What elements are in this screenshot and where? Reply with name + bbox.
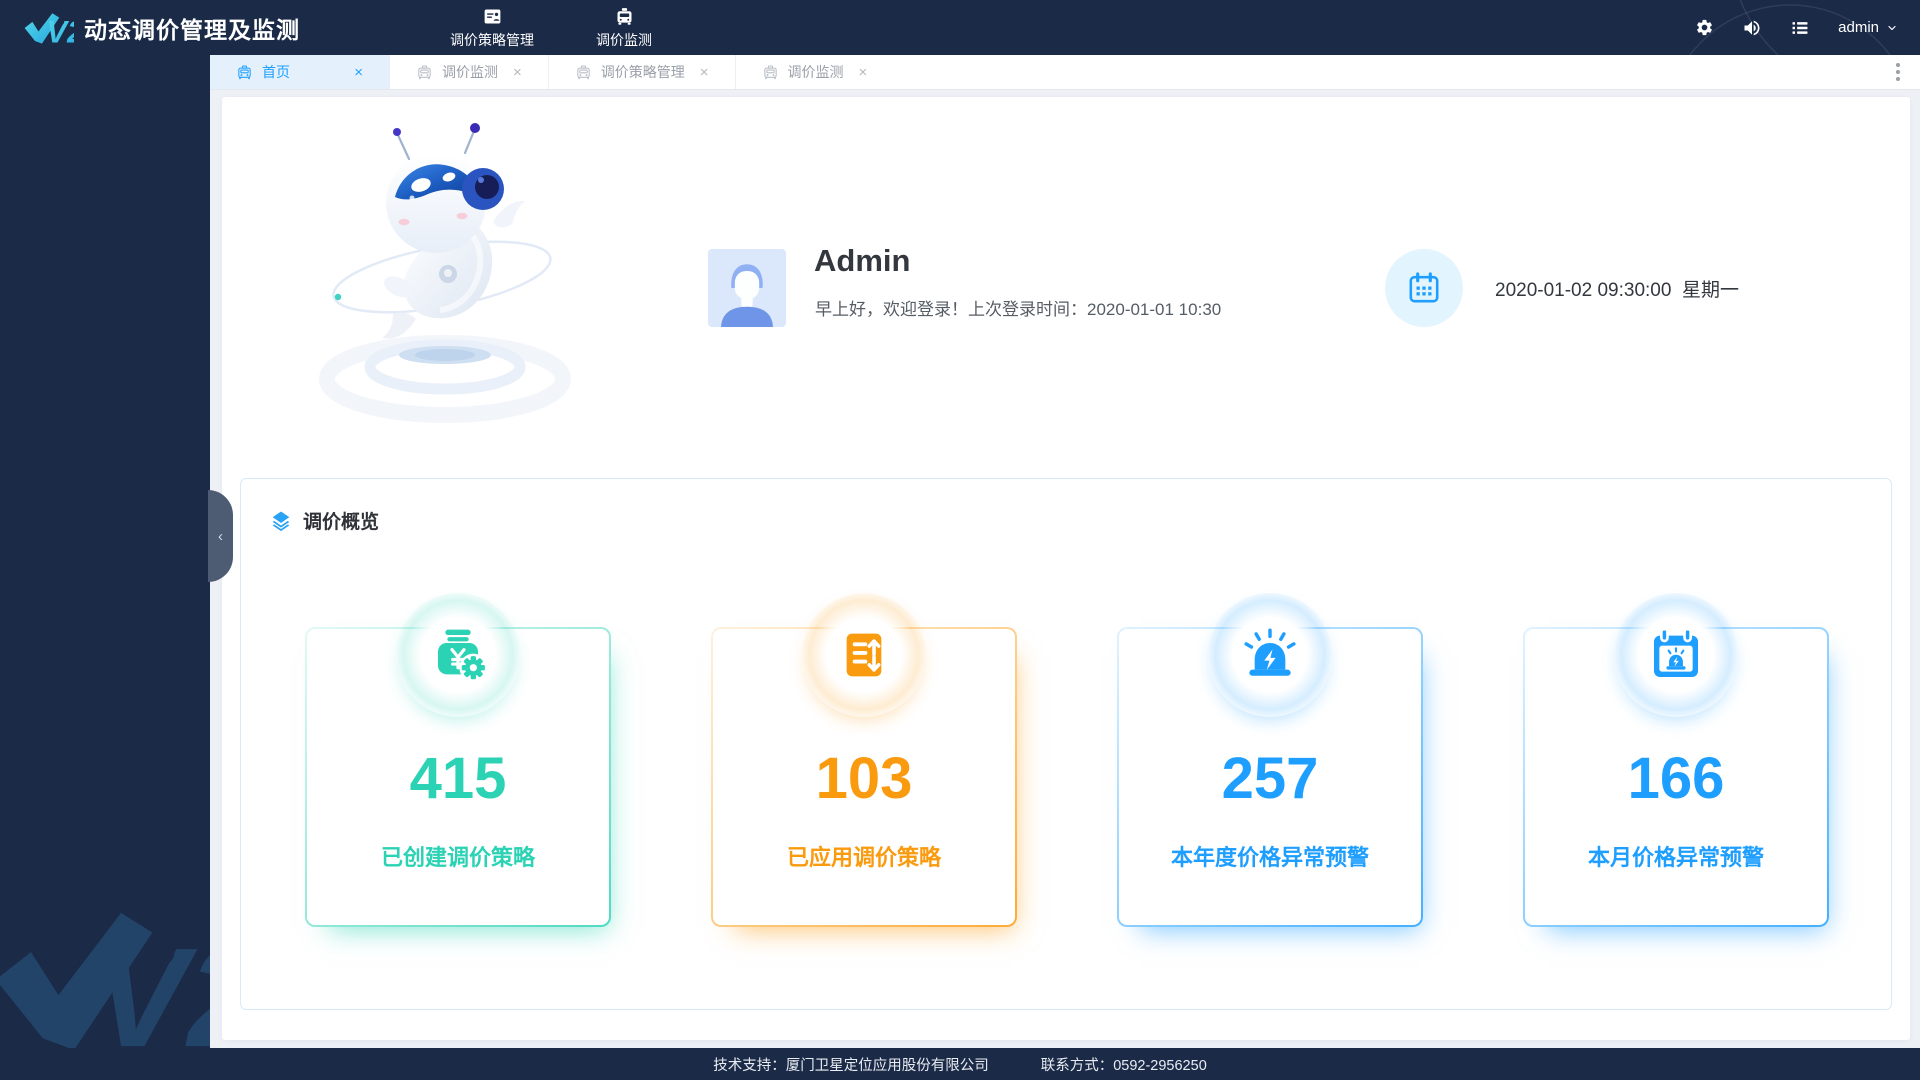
tab-label: 首页	[262, 64, 290, 80]
welcome-greeting: 早上好，欢迎登录！上次登录时间：2020-01-01 10:30	[815, 300, 1222, 319]
stat-value: 257	[1221, 746, 1319, 811]
tab-label: 调价策略管理	[600, 64, 685, 80]
overview-title: 调价概览	[303, 512, 380, 533]
nav-item-label: 调价监测	[596, 31, 652, 48]
taxi-icon	[617, 7, 631, 25]
close-icon[interactable]: ×	[700, 65, 709, 80]
close-icon[interactable]: ×	[354, 65, 363, 80]
nav-item-label: 调价策略管理	[450, 31, 534, 48]
footer-bar: 技术支持：厦门卫星定位应用股份有限公司 联系方式：0592-2956250	[0, 1048, 1920, 1080]
stat-card-applied-strategies: 103 已应用调价策略	[711, 593, 1017, 927]
tab-monitor-1[interactable]: 调价监测 ×	[390, 55, 549, 89]
taxi-icon	[416, 64, 433, 81]
nav-item-strategy[interactable]: 调价策略管理	[450, 6, 534, 50]
chevron-down-icon	[1888, 25, 1896, 30]
volume-icon[interactable]	[1742, 18, 1762, 38]
nav-item-monitor[interactable]: 调价监测	[596, 6, 652, 50]
v2-logo-icon: V2	[24, 12, 74, 46]
avatar	[708, 249, 786, 327]
stat-value: 415	[409, 746, 507, 811]
overview-header: 调价概览	[269, 507, 379, 534]
tab-label: 调价监测	[442, 64, 498, 80]
date-widget: 2020-01-02 09:30:00 星期一	[1385, 249, 1739, 327]
tab-monitor-2[interactable]: 调价监测 ×	[736, 55, 894, 89]
stat-label: 本月价格异常预警	[1587, 845, 1764, 870]
layers-icon	[271, 510, 291, 532]
user-menu[interactable]: admin	[1838, 19, 1898, 36]
welcome-username: Admin	[814, 243, 911, 278]
stat-label: 已创建调价策略	[380, 845, 535, 870]
tab-strategy[interactable]: 调价策略管理 ×	[549, 55, 736, 89]
strategy-card-icon	[484, 9, 500, 23]
calendar-icon	[1385, 249, 1463, 327]
user-name: admin	[1838, 19, 1879, 36]
money-gear-icon	[396, 593, 520, 717]
sidebar-collapse-handle[interactable]: ‹	[208, 490, 233, 582]
siren-icon	[1208, 593, 1332, 717]
stat-cards-row: 415 已创建调价策略 103 已应用调价策略 257 本年度价格异常预警 16…	[305, 593, 1829, 927]
app-window: V2 动态调价管理及监测 调价策略管理	[0, 0, 1920, 1080]
taxi-icon	[762, 64, 779, 81]
tab-bar: 首页 × 调价监测 × 调价策略管理 × 调价监测 ×	[210, 55, 1920, 90]
calendar-alert-icon	[1614, 593, 1738, 717]
stat-card-created-strategies: 415 已创建调价策略	[305, 593, 611, 927]
main-nav: 调价策略管理 调价监测	[450, 6, 652, 50]
robot-mascot-illustration	[319, 123, 571, 423]
taxi-icon	[575, 64, 592, 81]
doc-arrows-icon	[802, 593, 926, 717]
close-icon[interactable]: ×	[859, 65, 868, 80]
tab-label: 调价监测	[787, 64, 844, 80]
v2-watermark: V2	[0, 912, 210, 1048]
stat-label: 已应用调价策略	[786, 845, 941, 870]
tab-options-kebab-icon[interactable]	[1876, 55, 1920, 89]
top-header: V2 动态调价管理及监测 调价策略管理	[0, 0, 1920, 55]
stat-card-year-alerts: 257 本年度价格异常预警	[1117, 593, 1423, 927]
header-actions: admin	[1695, 18, 1898, 38]
sidebar: V2	[0, 55, 210, 1048]
close-icon[interactable]: ×	[513, 65, 522, 80]
menu-list-icon[interactable]	[1790, 18, 1810, 38]
footer-contact-text: 联系方式：0592-2956250	[1040, 1057, 1207, 1074]
overview-panel: 调价概览 415 已创建调价策略 103 已应用调价策略 257 本年度价格异常…	[240, 478, 1892, 1010]
chevron-left-icon: ‹	[218, 527, 223, 545]
settings-icon[interactable]	[1695, 18, 1714, 37]
stat-value: 166	[1627, 746, 1725, 811]
brand: V2 动态调价管理及监测	[22, 10, 300, 46]
current-datetime: 2020-01-02 09:30:00 星期一	[1495, 279, 1739, 301]
stat-card-month-alerts: 166 本月价格异常预警	[1523, 593, 1829, 927]
taxi-icon	[236, 64, 253, 81]
svg-text:V2: V2	[94, 918, 210, 1048]
tab-home[interactable]: 首页 ×	[210, 55, 390, 89]
app-title: 动态调价管理及监测	[84, 16, 300, 43]
stat-label: 本年度价格异常预警	[1170, 845, 1369, 870]
stat-value: 103	[815, 746, 913, 811]
footer-support-text: 技术支持：厦门卫星定位应用股份有限公司	[713, 1057, 989, 1074]
main-panel: Admin 早上好，欢迎登录！上次登录时间：2020-01-01 10:30 2…	[222, 97, 1910, 1040]
